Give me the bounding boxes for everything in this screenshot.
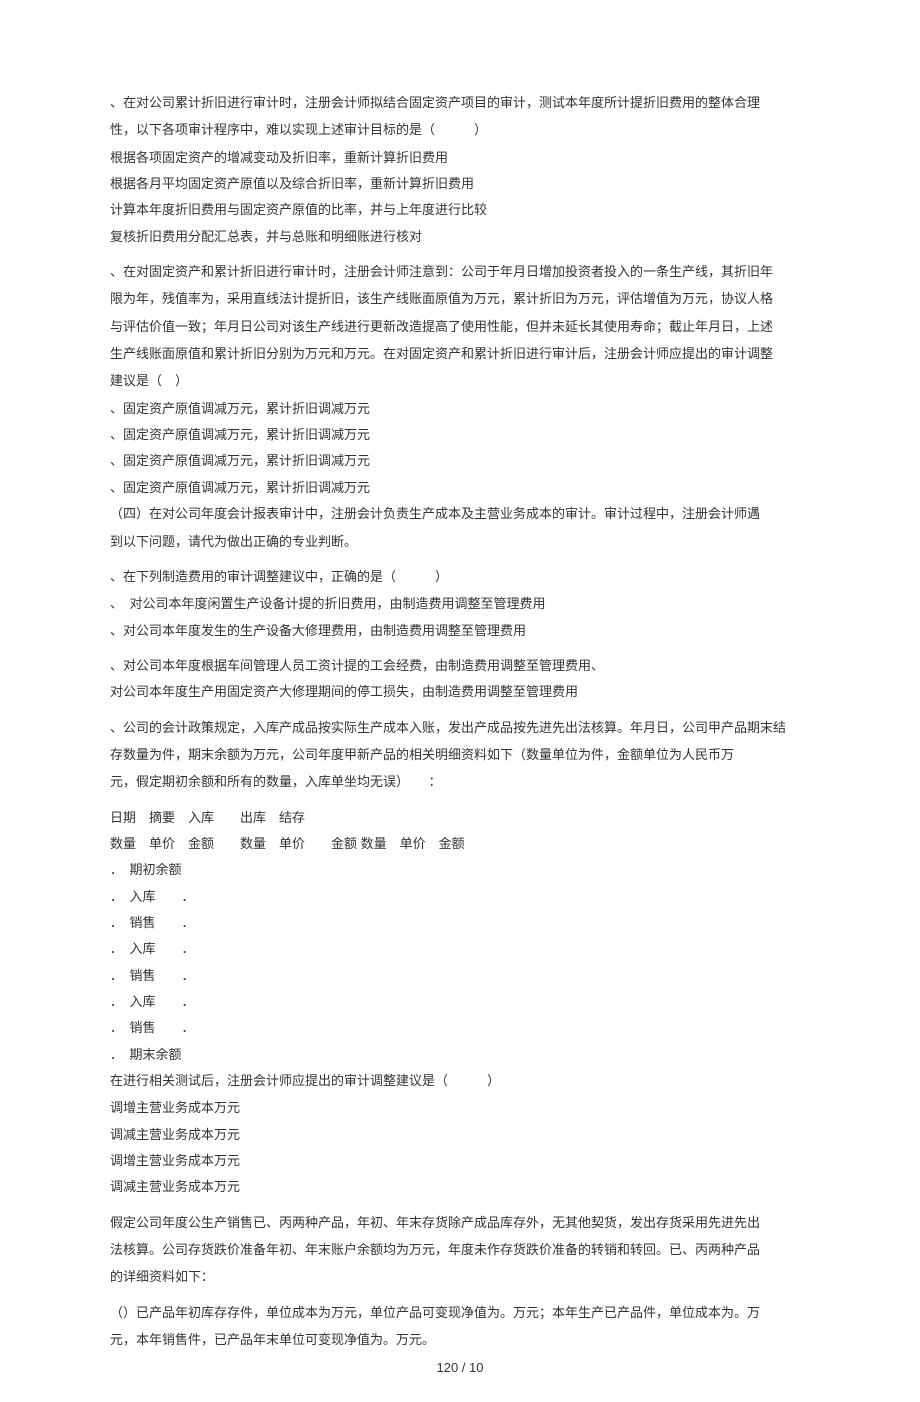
- question-1: 、在对公司累计折旧进行审计时，注册会计师拟结合固定资产项目的审计，测试本年度所计…: [110, 90, 810, 249]
- q4-option-d: 调减主营业务成本万元: [110, 1174, 810, 1199]
- q3-stem: 、在下列制造费用的审计调整建议中，正确的是（ ）: [110, 564, 810, 589]
- question-2: 、在对固定资产和累计折旧进行审计时，注册会计师注意到：公司于年月日增加投资者投入…: [110, 259, 810, 554]
- q2-stem-line2: 限为年，残值率为，采用直线法计提折旧，该生产线账面原值为万元，累计折旧为万元，评…: [110, 286, 810, 311]
- q4-option-b: 调减主营业务成本万元: [110, 1122, 810, 1147]
- q2-stem-line3: 与评估价值一致；年月日公司对该生产线进行更新改造提高了使用性能，但并未延长其使用…: [110, 314, 810, 339]
- question-4: 、公司的会计政策规定，入库产成品按实际生产成本入账，发出产成品按先进先出法核算。…: [110, 715, 810, 795]
- q4-stem-line1: 、公司的会计政策规定，入库产成品按实际生产成本入账，发出产成品按先进先出法核算。…: [110, 715, 810, 740]
- q2-option-d: 、固定资产原值调减万元，累计折旧调减万元: [110, 475, 810, 500]
- q1-option-b: 根据各月平均固定资产原值以及综合折旧率，重新计算折旧费用: [110, 171, 810, 196]
- q3-option-a: 、 对公司本年度闲置生产设备计提的折旧费用，由制造费用调整至管理费用: [110, 591, 810, 616]
- question-3: 、在下列制造费用的审计调整建议中，正确的是（ ） 、 对公司本年度闲置生产设备计…: [110, 564, 810, 643]
- q4-header-row2: 数量 单价 金额 数量 单价 金额 数量 单价 金额: [110, 831, 810, 856]
- q1-option-a: 根据各项固定资产的增减变动及折旧率，重新计算折旧费用: [110, 145, 810, 170]
- q4-option-a: 调增主营业务成本万元: [110, 1095, 810, 1120]
- q1-stem-line1: 、在对公司累计折旧进行审计时，注册会计师拟结合固定资产项目的审计，测试本年度所计…: [110, 90, 810, 115]
- q4-row-8: ． 期末余额: [110, 1042, 810, 1067]
- q2-stem-line4: 生产线账面原值和累计折旧分别为万元和万元。在对固定资产和累计折旧进行审计后，注册…: [110, 341, 810, 366]
- q5-p2: 元，本年销售件，已产品年末单位可变现净值为。万元。: [110, 1327, 810, 1352]
- q4-option-c: 调增主营业务成本万元: [110, 1148, 810, 1173]
- q3-intro-line1: （四）在对公司年度会计报表审计中，注册会计负责生产成本及主营业务成本的审计。审计…: [110, 501, 810, 526]
- q1-option-c: 计算本年度折旧费用与固定资产原值的比率，并与上年度进行比较: [110, 197, 810, 222]
- q4-row-4: ． 入库 ．: [110, 936, 810, 961]
- page-footer: 120 / 10: [0, 1355, 920, 1380]
- question-5: 假定公司年度公生产销售已、丙两种产品，年初、年末存货除产成品库存外，无其他契货，…: [110, 1210, 810, 1290]
- q4-tail: 在进行相关测试后，注册会计师应提出的审计调整建议是（ ）: [110, 1068, 810, 1093]
- q4-stem-line3: 元，假定期初余额和所有的数量，入库单坐均无误） ：: [110, 769, 810, 794]
- q2-option-b: 、固定资产原值调减万元，累计折旧调减万元: [110, 422, 810, 447]
- q4-header-row1: 日期 摘要 入库 出库 结存: [110, 805, 810, 830]
- q4-stem-line2: 存数量为件，期末余额为万元，公司年度甲新产品的相关明细资料如下（数量单位为件，金…: [110, 742, 810, 767]
- q2-stem-line5: 建议是（ ）: [110, 368, 810, 393]
- q3-option-b: 、对公司本年度发生的生产设备大修理费用，由制造费用调整至管理费用: [110, 618, 810, 643]
- q4-row-7: ． 销售 ．: [110, 1015, 810, 1040]
- q2-option-c: 、固定资产原值调减万元，累计折旧调减万元: [110, 448, 810, 473]
- q5-stem-line1: 假定公司年度公生产销售已、丙两种产品，年初、年末存货除产成品库存外，无其他契货，…: [110, 1210, 810, 1235]
- question-3b: 、对公司本年度根据车间管理人员工资计提的工会经费，由制造费用调整至管理费用、 对…: [110, 653, 810, 705]
- q2-stem-line1: 、在对固定资产和累计折旧进行审计时，注册会计师注意到：公司于年月日增加投资者投入…: [110, 259, 810, 284]
- q5-stem-line3: 的详细资料如下：: [110, 1264, 810, 1289]
- q4-row-2: ． 入库 ．: [110, 884, 810, 909]
- q3-intro-line2: 到以下问题，请代为做出正确的专业判断。: [110, 529, 810, 554]
- q3-option-d: 对公司本年度生产用固定资产大修理期间的停工损失，由制造费用调整至管理费用: [110, 679, 810, 704]
- q1-stem-line2: 性，以下各项审计程序中，难以实现上述审计目标的是（ ）: [110, 117, 810, 142]
- q2-option-a: 、固定资产原值调减万元，累计折旧调减万元: [110, 396, 810, 421]
- q5-p1: （）已产品年初库存存件，单位成本为万元，单位产品可变现净值为。万元；本年生产已产…: [110, 1300, 810, 1325]
- question-5-detail: （）已产品年初库存存件，单位成本为万元，单位产品可变现净值为。万元；本年生产已产…: [110, 1300, 810, 1353]
- q4-row-5: ． 销售 ．: [110, 963, 810, 988]
- q3-option-c: 、对公司本年度根据车间管理人员工资计提的工会经费，由制造费用调整至管理费用、: [110, 653, 810, 678]
- q1-option-d: 复核折旧费用分配汇总表，并与总账和明细账进行核对: [110, 224, 810, 249]
- q4-row-3: ． 销售 ．: [110, 910, 810, 935]
- q4-row-1: ． 期初余额: [110, 857, 810, 882]
- q4-row-6: ． 入库 ．: [110, 989, 810, 1014]
- q5-stem-line2: 法核算。公司存货跌价准备年初、年末账户余额均为万元，年度未作存货跌价准备的转销和…: [110, 1237, 810, 1262]
- q4-table: 日期 摘要 入库 出库 结存 数量 单价 金额 数量 单价 金额 数量 单价 金…: [110, 805, 810, 1200]
